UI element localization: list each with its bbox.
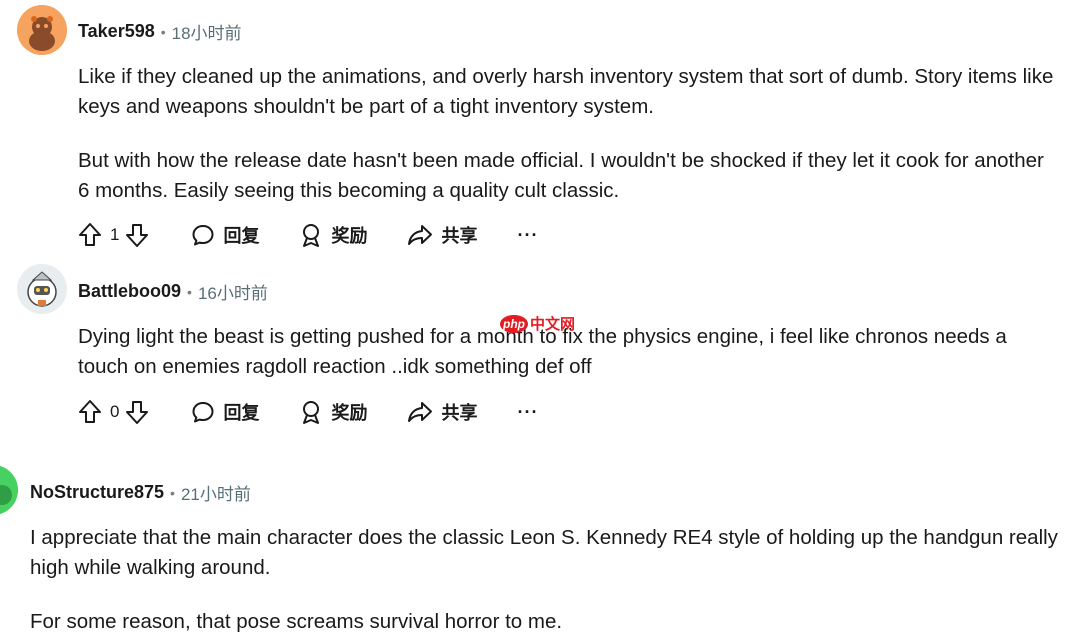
username[interactable]: NoStructure875	[30, 482, 164, 503]
comment-actions: 1 回复 奖励 共享 ···	[78, 222, 538, 248]
award-icon	[303, 224, 320, 247]
avatar-image	[17, 264, 67, 314]
downvote-icon	[126, 401, 149, 424]
upvote-icon	[79, 400, 101, 423]
more-icon: ···	[517, 401, 539, 422]
separator-dot: •	[187, 283, 192, 300]
award-label: 奖励	[331, 403, 368, 423]
upvote-button[interactable]	[78, 399, 102, 425]
comment-meta: Battleboo09 • 16小时前	[78, 279, 268, 304]
award-label: 奖励	[331, 226, 368, 246]
share-label: 共享	[441, 226, 478, 246]
timestamp[interactable]: 18小时前	[172, 19, 242, 44]
watermark-logo: php	[500, 314, 528, 333]
comment-actions: 0 回复 奖励 共享 ···	[78, 399, 538, 425]
share-button[interactable]: 共享	[407, 222, 477, 248]
share-icon	[408, 225, 433, 245]
watermark: php 中文网	[500, 313, 575, 334]
comment-body: I appreciate that the main character doe…	[30, 523, 1060, 644]
comment-body: Dying light the beast is getting pushed …	[78, 322, 1058, 406]
upvote-button[interactable]	[78, 222, 102, 248]
more-options-button[interactable]: ···	[517, 402, 538, 423]
comment-paragraph: I appreciate that the main character doe…	[30, 526, 1058, 579]
upvote-icon	[79, 223, 101, 246]
comment-meta: NoStructure875 • 21小时前	[30, 480, 251, 505]
reply-button[interactable]: 回复	[191, 399, 259, 425]
comment-body: Like if they cleaned up the animations, …	[78, 62, 1058, 230]
comment-paragraph: But with how the release date hasn't bee…	[78, 149, 1044, 202]
share-label: 共享	[441, 403, 478, 423]
avatar-image	[0, 466, 18, 514]
downvote-button[interactable]	[125, 222, 149, 248]
share-icon	[408, 402, 433, 422]
reply-label: 回复	[223, 226, 260, 246]
more-icon: ···	[517, 224, 539, 245]
vote-score: 0	[110, 402, 120, 421]
timestamp[interactable]: 21小时前	[181, 480, 251, 505]
separator-dot: •	[170, 484, 175, 501]
comment-paragraph: For some reason, that pose screams survi…	[30, 610, 563, 633]
separator-dot: •	[160, 23, 166, 40]
comment-thread: Taker598 • 18小时前 Like if they cleaned up…	[0, 0, 1080, 644]
comment-icon	[192, 402, 214, 423]
downvote-icon	[126, 224, 149, 247]
comment-icon	[192, 225, 214, 246]
avatar-image	[17, 5, 67, 55]
comment-meta: Taker598 • 18小时前	[78, 19, 242, 44]
watermark-text: 中文网	[530, 316, 576, 333]
award-button[interactable]: 奖励	[299, 399, 367, 425]
share-button[interactable]: 共享	[407, 399, 477, 425]
avatar[interactable]	[17, 264, 67, 314]
more-options-button[interactable]: ···	[517, 225, 538, 246]
avatar[interactable]	[0, 465, 18, 515]
award-button[interactable]: 奖励	[299, 222, 367, 248]
username[interactable]: Battleboo09	[78, 281, 181, 302]
username[interactable]: Taker598	[78, 21, 155, 42]
timestamp[interactable]: 16小时前	[198, 279, 268, 304]
downvote-button[interactable]	[125, 399, 149, 425]
comment-paragraph: Like if they cleaned up the animations, …	[78, 65, 1054, 118]
avatar[interactable]	[17, 5, 67, 55]
vote-score: 1	[110, 225, 120, 244]
reply-label: 回复	[223, 403, 260, 423]
award-icon	[303, 401, 320, 424]
reply-button[interactable]: 回复	[191, 222, 259, 248]
